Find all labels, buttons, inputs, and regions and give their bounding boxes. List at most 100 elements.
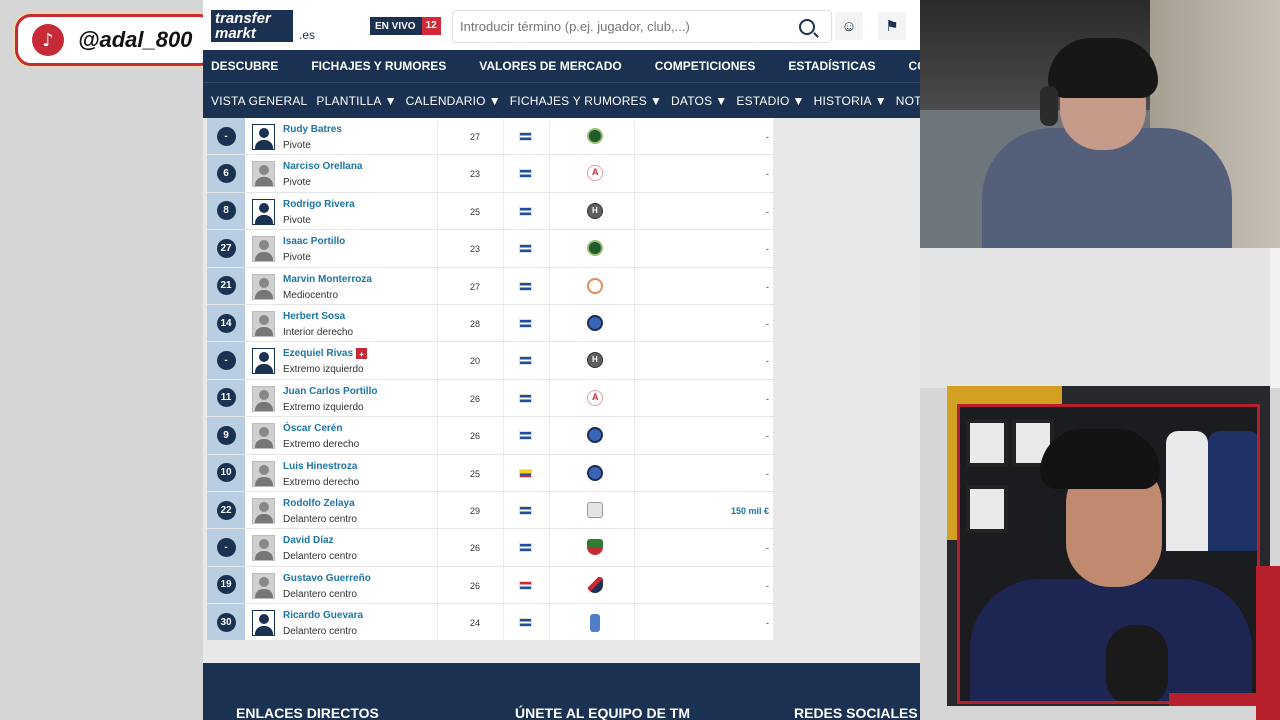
player-name-link[interactable]: David Díaz [283,535,334,546]
divider [503,491,504,529]
main-nav-item[interactable]: VALORES DE MERCADO [479,59,621,73]
club-crest-icon[interactable] [587,427,603,444]
player-name-link[interactable]: Ezequiel Rivas + [283,348,368,360]
club-crest-icon[interactable] [587,576,603,593]
divider [634,267,635,304]
player-name-link[interactable]: Ricardo Guevara [283,610,363,621]
club-crest-icon[interactable] [590,614,600,633]
main-nav-item[interactable]: FICHAJES Y RUMORES [311,59,446,73]
player-name-link[interactable]: Herbert Sosa [283,311,345,322]
player-photo[interactable] [252,273,275,300]
webcam-top [920,0,1280,248]
shirt-number: 22 [216,500,236,520]
search-input[interactable] [460,11,799,42]
player-name-link[interactable]: Rodolfo Zelaya [283,498,355,509]
divider [634,529,635,566]
player-name-link[interactable]: Óscar Cerén [283,423,342,434]
bookmark-icon[interactable]: ⚑ [878,12,906,40]
nationality-flag-icon [519,543,532,553]
shirt-number-cell: 6 [207,155,245,192]
player-photo[interactable] [252,161,275,188]
club-crest-icon[interactable] [587,539,603,556]
club-crest-icon[interactable] [587,202,603,219]
player-photo[interactable] [252,385,275,412]
domain-selector[interactable]: .es [299,28,315,42]
club-crest-icon[interactable] [587,352,603,369]
divider [549,454,550,491]
user-search-icon[interactable]: ☺ [835,12,863,40]
search-icon[interactable] [799,18,815,35]
market-value: - [766,244,769,255]
club-crest-icon[interactable] [587,464,603,481]
player-photo[interactable] [252,310,275,337]
club-crest-icon[interactable] [587,501,603,518]
divider [437,118,438,155]
player-photo[interactable] [252,198,275,225]
sub-nav-item[interactable]: HISTORIA ▼ [814,94,887,108]
player-photo[interactable] [252,497,275,524]
sub-nav-item[interactable]: DATOS ▼ [671,94,727,108]
player-name-link[interactable]: Marvin Monterroza [283,274,372,285]
player-position: Pivote [283,177,311,189]
live-button[interactable]: EN VIVO 12 [370,17,441,35]
club-crest-icon[interactable] [587,128,603,144]
tiktok-handle: @adal_800 [78,27,193,52]
player-photo[interactable] [252,124,275,150]
sub-nav-item[interactable]: NOTICIAS [896,94,920,108]
nationality-flag-icon [519,318,532,328]
player-name-link[interactable]: Juan Carlos Portillo [283,386,377,397]
divider [634,566,635,604]
main-nav-item[interactable]: COMPETICIONES [655,59,756,73]
nationality-flag-icon [519,431,532,441]
player-position: Extremo derecho [283,476,360,488]
table-row: - Rudy Batres Pivote 27 - [207,118,773,156]
player-photo[interactable] [252,535,275,562]
sub-nav-item[interactable]: VISTA GENERAL [211,94,307,108]
sub-nav-item[interactable]: ESTADIO ▼ [736,94,804,108]
main-nav-item[interactable]: DESCUBRE [211,59,278,73]
player-position: Delantero centro [283,551,357,563]
main-nav-item[interactable]: ESTADÍSTICAS [788,59,875,73]
player-name-link[interactable]: Rodrigo Rivera [283,199,355,210]
transfermarkt-page: transfer markt .es EN VIVO 12 ☺ ⚑ DESCUB… [203,0,920,720]
sub-nav-item[interactable]: PLANTILLA ▼ [316,94,396,108]
player-photo[interactable] [252,236,275,263]
player-name-link[interactable]: Isaac Portillo [283,236,345,247]
player-name-link[interactable]: Luis Hinestroza [283,461,357,472]
player-name: Rodrigo Rivera [283,198,355,210]
club-crest-icon[interactable] [587,314,603,331]
divider [437,267,438,304]
club-crest-icon[interactable] [587,165,603,182]
sub-nav-item[interactable]: CALENDARIO ▼ [406,94,501,108]
footer-direct-links[interactable]: ENLACES DIRECTOS [236,705,379,720]
footer-join-team[interactable]: ÚNETE AL EQUIPO DE TM [515,705,690,720]
injury-cross-icon[interactable]: + [356,348,368,360]
player-photo[interactable] [252,348,275,375]
club-crest-icon[interactable] [587,389,603,406]
sub-nav-item[interactable]: FICHAJES Y RUMORES ▼ [510,94,662,108]
player-photo[interactable] [252,610,275,637]
player-photo[interactable] [252,572,275,599]
player-photo[interactable] [252,460,275,487]
footer-social[interactable]: REDES SOCIALES [794,705,918,720]
shirt-number-cell: 14 [207,304,245,342]
wall-frame [966,485,1008,533]
player-name: Herbert Sosa [283,310,346,322]
club-crest-icon[interactable] [587,240,603,257]
microphone-icon [1106,625,1168,701]
shirt-number-cell: 22 [207,491,245,529]
player-photo[interactable] [252,423,275,450]
club-crest-icon[interactable] [587,277,603,294]
sub-nav-label: DATOS [671,93,713,108]
site-logo[interactable]: transfer markt [211,10,293,42]
divider [437,230,438,267]
player-name-link[interactable]: Gustavo Guerreño [283,573,371,584]
divider [503,454,504,491]
player-name-link[interactable]: Narciso Orellana [283,161,362,172]
player-name: Gustavo Guerreño [283,572,371,584]
player-name-link[interactable]: Rudy Batres [283,124,342,135]
table-row: - Ezequiel Rivas+ Extremo izquierdo 20 - [207,342,773,380]
market-value[interactable]: 150 mil € [639,506,769,516]
main-nav-item[interactable]: COMUNIDAD [909,59,920,73]
market-value: - [766,318,769,329]
